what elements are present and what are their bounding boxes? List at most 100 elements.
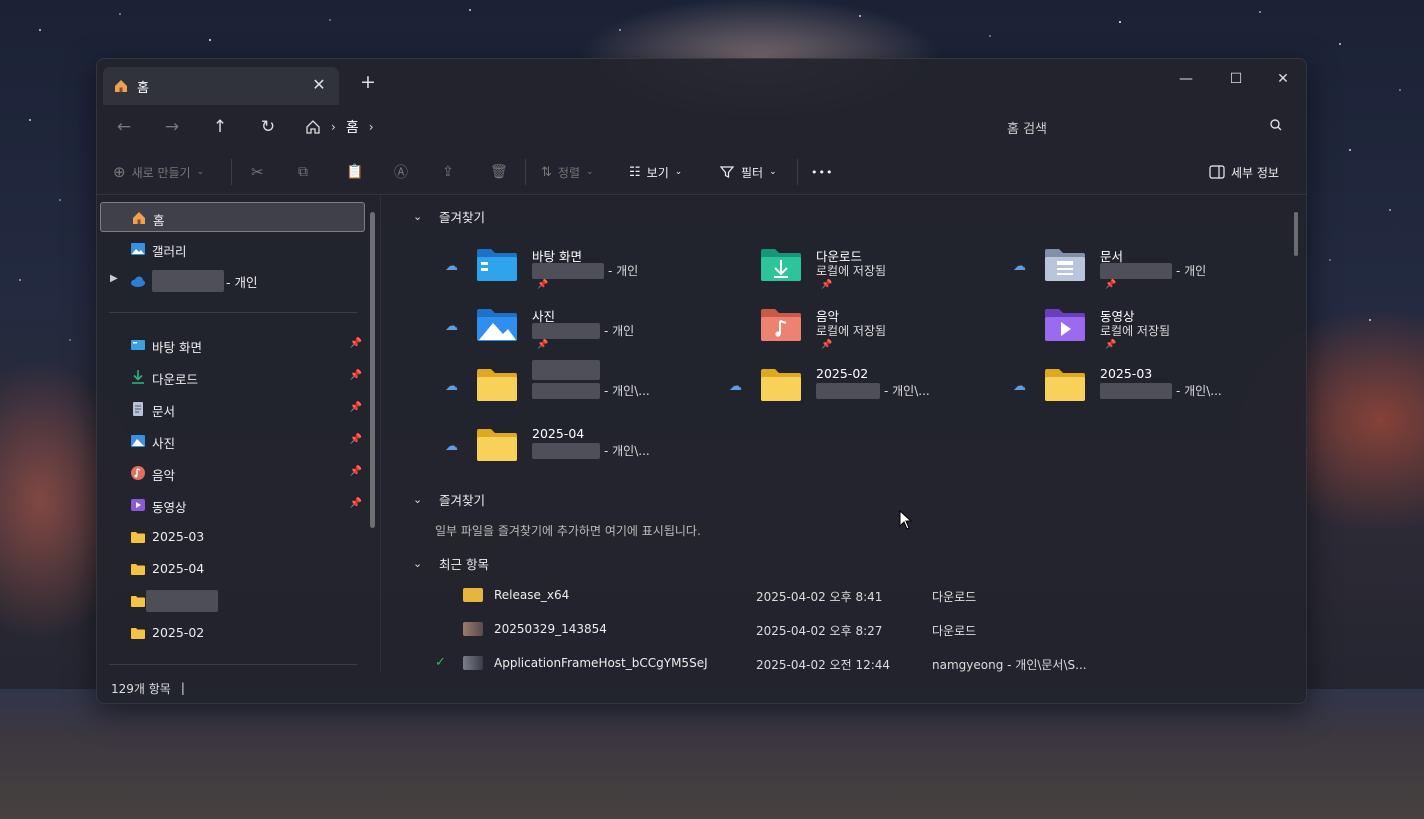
chevron-down-icon[interactable]: ⌄ xyxy=(413,210,425,223)
pin-icon[interactable]: 📌 xyxy=(350,402,362,413)
section-recent-header[interactable]: ⌄ 최근 항목 xyxy=(413,553,489,573)
chevron-down-icon[interactable]: ⌄ xyxy=(413,493,425,506)
quick-access-item[interactable]: 동영상 로컬에 저장됨 📌 xyxy=(1013,302,1297,354)
sidebar-item-folder[interactable]: 2025-03 xyxy=(100,522,365,552)
back-button[interactable]: ← xyxy=(109,113,139,141)
pin-icon[interactable]: 📌 xyxy=(350,338,362,349)
quick-access-item[interactable]: 다운로드 로컬에 저장됨 📌 xyxy=(729,242,1013,294)
quick-access-item[interactable]: ☁ - 개인\... xyxy=(445,360,729,414)
recent-file-row[interactable]: 20250329_143854 2025-04-02 오후 8:27 다운로드 xyxy=(435,614,1285,644)
maximize-button[interactable]: ☐ xyxy=(1213,65,1259,93)
synced-check-icon: ✓ xyxy=(435,655,446,670)
sidebar-item-downloads[interactable]: 다운로드 📌 xyxy=(100,362,365,392)
copy-icon[interactable]: ⧉ xyxy=(298,157,308,187)
item-sub: 로컬에 저장됨 xyxy=(1100,324,1171,338)
item-sub: - 개인 xyxy=(532,262,638,279)
delete-icon[interactable]: 🗑 xyxy=(490,157,508,187)
cloud-icon: ☁ xyxy=(445,439,458,454)
section-quick-access-header[interactable]: ⌄ 즐겨찾기 xyxy=(413,206,485,226)
expand-chevron-icon[interactable]: ▶ xyxy=(110,273,118,284)
details-pane-button[interactable]: 세부 정보 xyxy=(1209,157,1279,187)
sidebar-item-label: 2025-02 xyxy=(152,625,205,640)
sidebar-item-music[interactable]: 음악 📌 xyxy=(100,458,365,488)
new-tab-button[interactable]: + xyxy=(355,71,381,93)
rename-icon[interactable]: Ⓐ xyxy=(394,157,408,187)
section-title: 즐겨찾기 xyxy=(439,492,486,508)
quick-access-item[interactable]: ☁ 2025-03 - 개인\... xyxy=(1013,362,1297,414)
pin-icon: 📌 xyxy=(821,340,833,350)
quick-access-item[interactable]: ☁ 바탕 화면 - 개인 📌 xyxy=(445,242,729,294)
paste-icon[interactable]: 📋 xyxy=(346,157,363,187)
forward-button[interactable]: → xyxy=(157,113,187,141)
onedrive-suffix: - 개인 xyxy=(226,274,258,290)
new-button[interactable]: ⊕ 새로 만들기 ⌄ xyxy=(113,157,204,187)
refresh-button[interactable]: ↻ xyxy=(253,113,283,141)
sidebar-item-folder[interactable] xyxy=(100,586,365,616)
sidebar-item-label: 문서 xyxy=(152,404,176,419)
onedrive-cloud-icon xyxy=(131,276,145,287)
home-outline-icon[interactable] xyxy=(305,119,321,135)
close-button[interactable]: ✕ xyxy=(1260,65,1306,93)
section-favorites-header[interactable]: ⌄ 즐겨찾기 xyxy=(413,489,485,509)
file-date: 2025-04-02 오전 12:44 xyxy=(756,658,891,672)
breadcrumb-sep-icon: › xyxy=(331,120,336,134)
chevron-down-icon[interactable]: ⌄ xyxy=(413,557,425,570)
quick-access-item[interactable]: ☁ 2025-04 - 개인\... xyxy=(445,422,729,474)
sidebar-item-gallery[interactable]: 갤러리 xyxy=(100,234,365,264)
redacted-text xyxy=(1100,262,1172,279)
sidebar-item-onedrive[interactable]: ▶ - 개인 xyxy=(100,266,365,296)
desktop-icon xyxy=(131,340,145,350)
folder-icon xyxy=(131,596,145,607)
breadcrumb-home[interactable]: 홈 xyxy=(346,117,359,137)
details-label: 세부 정보 xyxy=(1231,165,1279,180)
zip-folder-icon xyxy=(463,588,483,602)
pictures-folder-icon xyxy=(477,309,517,341)
pin-icon[interactable]: 📌 xyxy=(350,466,362,477)
breadcrumb-expand-icon[interactable]: › xyxy=(369,120,374,134)
up-button[interactable]: ↑ xyxy=(205,113,235,141)
folder-icon xyxy=(761,369,801,401)
section-title: 최근 항목 xyxy=(439,556,489,572)
quick-access-item[interactable]: 음악 로컬에 저장됨 📌 xyxy=(729,302,1013,354)
pin-icon[interactable]: 📌 xyxy=(350,498,362,509)
cloud-icon: ☁ xyxy=(729,379,742,394)
content-scrollbar[interactable] xyxy=(1294,212,1298,256)
tab-close-icon[interactable]: ✕ xyxy=(309,75,329,94)
item-location: - 개인 xyxy=(604,324,635,338)
cut-icon[interactable]: ✂ xyxy=(251,157,264,187)
item-location: - 개인\... xyxy=(604,384,650,398)
sort-button[interactable]: ⇅ 정렬 ⌄ xyxy=(541,157,594,187)
pin-icon[interactable]: 📌 xyxy=(350,370,362,381)
sidebar-scrollbar[interactable] xyxy=(370,212,375,528)
breadcrumb[interactable]: › 홈 › xyxy=(305,113,374,141)
sidebar-item-videos[interactable]: 동영상 📌 xyxy=(100,490,365,520)
search-icon[interactable] xyxy=(1269,118,1283,132)
more-options-button[interactable]: ••• xyxy=(811,157,833,187)
tab-home[interactable]: 홈 ✕ xyxy=(103,67,339,105)
sidebar-item-home[interactable]: 홈 xyxy=(100,202,365,232)
sidebar-item-desktop[interactable]: 바탕 화면 📌 xyxy=(100,330,365,360)
sidebar-item-documents[interactable]: 문서 📌 xyxy=(100,394,365,424)
document-icon xyxy=(133,402,143,416)
desktop-folder-icon xyxy=(477,249,517,281)
sidebar-item-pictures[interactable]: 사진 📌 xyxy=(100,426,365,456)
minimize-button[interactable]: — xyxy=(1163,65,1209,93)
recent-file-row[interactable]: Release_x64 2025-04-02 오후 8:41 다운로드 xyxy=(435,580,1285,610)
sidebar-item-folder[interactable]: 2025-02 xyxy=(100,618,365,648)
main-content: ⌄ 즐겨찾기 ☁ 바탕 화면 - 개인 📌 다운로드 로컬에 저장됨 📌 ☁ 문… xyxy=(387,196,1300,673)
quick-access-item[interactable]: ☁ 문서 - 개인 📌 xyxy=(1013,242,1297,294)
filter-button[interactable]: 필터 ⌄ xyxy=(719,157,777,187)
filter-label: 필터 xyxy=(741,165,764,180)
share-icon[interactable]: ⇪ xyxy=(442,157,454,187)
quick-access-item[interactable]: ☁ 2025-02 - 개인\... xyxy=(729,362,1013,414)
quick-access-item[interactable]: ☁ 사진 - 개인 📌 xyxy=(445,302,729,354)
sidebar-item-label: 사진 xyxy=(152,436,176,451)
file-explorer-window: 홈 ✕ + — ☐ ✕ ← → ↑ ↻ › 홈 › 홈 검색 ⊕ 새로 만들기 … xyxy=(96,58,1307,704)
sidebar-divider xyxy=(109,312,357,313)
pin-icon[interactable]: 📌 xyxy=(350,434,362,445)
view-button[interactable]: ☷ 보기 ⌄ xyxy=(629,157,682,187)
search-input[interactable]: 홈 검색 xyxy=(757,111,1297,143)
section-title: 즐겨찾기 xyxy=(439,209,486,225)
toolbar-divider xyxy=(231,159,232,185)
sidebar-item-folder[interactable]: 2025-04 xyxy=(100,554,365,584)
